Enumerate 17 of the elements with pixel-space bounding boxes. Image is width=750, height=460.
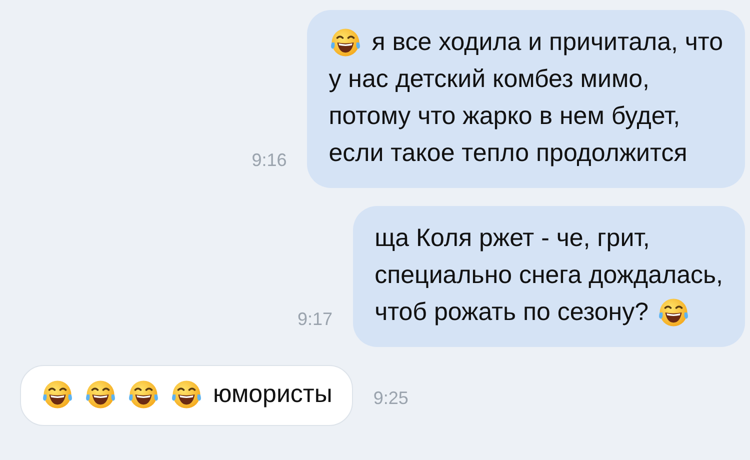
message-text: если такое тепло продолжится: [328, 138, 688, 169]
laughing-face-icon: [127, 378, 160, 411]
laughing-face-icon: [656, 296, 690, 329]
message-text: чтоб рожать по сезону?: [374, 297, 649, 328]
laughing-face-icon: [84, 378, 117, 411]
laughing-face-icon: [41, 378, 74, 411]
laughing-face-icon: [170, 378, 203, 411]
message-time: 9:16: [252, 149, 287, 172]
message-text: специально снега дождалась,: [374, 260, 723, 291]
laughing-face-icon: [328, 26, 362, 59]
message-text: юмористы: [213, 379, 332, 410]
message-text: у нас детский комбез мимо,: [328, 64, 650, 95]
message-time: 9:25: [373, 387, 408, 410]
message-text: ща Коля ржет - че, грит,: [374, 223, 650, 254]
message-text: потому что жарко в нем будет,: [328, 101, 680, 132]
message-time: 9:17: [298, 308, 333, 331]
message-text: я все ходила и причитала, что: [372, 27, 723, 58]
